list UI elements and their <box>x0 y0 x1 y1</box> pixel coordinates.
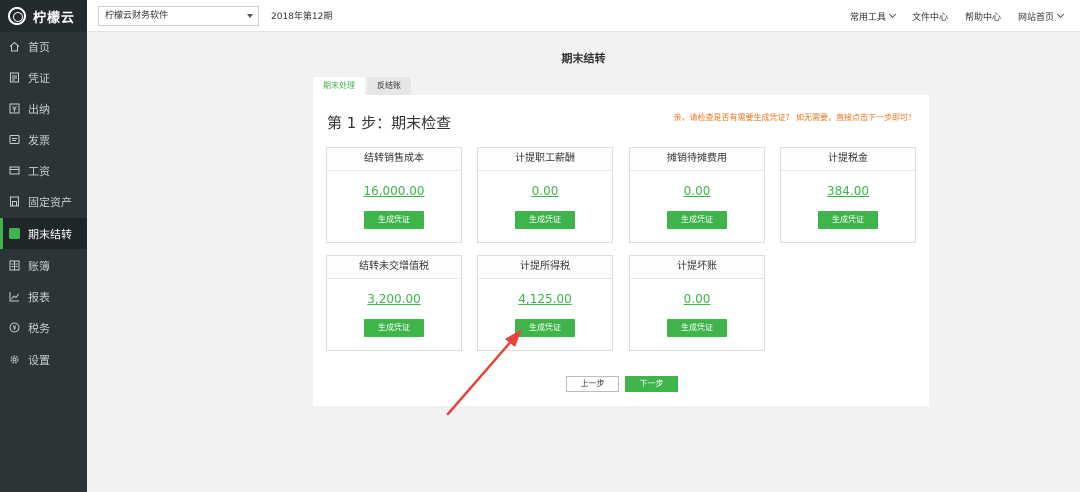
generate-voucher-button[interactable]: 生成凭证 <box>667 319 727 337</box>
sidebar-item-salary[interactable]: 工资 <box>0 155 87 186</box>
sidebar-item-settings[interactable]: 设置 <box>0 344 87 375</box>
card-title: 结转未交增值税 <box>327 256 461 279</box>
top-link-label: 文件中心 <box>911 12 948 23</box>
sidebar-item-label: 出纳 <box>28 102 50 116</box>
home-icon <box>9 41 20 52</box>
tax-icon <box>9 322 20 333</box>
sidebar-item-period-closing[interactable]: 期末结转 <box>0 218 87 249</box>
card-staff-salary: 计提职工薪酬 0.00 生成凭证 <box>477 147 613 243</box>
tab-period-processing[interactable]: 期末处理 <box>313 77 365 95</box>
card-amount[interactable]: 16,000.00 <box>327 184 461 198</box>
card-sales-cost: 结转销售成本 16,000.00 生成凭证 <box>326 147 462 243</box>
invoice-icon <box>9 134 20 145</box>
app-logo[interactable]: 柠檬云 <box>0 0 87 32</box>
card-amount[interactable]: 4,125.00 <box>478 292 612 306</box>
card-amount[interactable]: 0.00 <box>630 292 764 306</box>
sidebar-item-tax[interactable]: 税务 <box>0 312 87 343</box>
tab-reverse-closing[interactable]: 反结账 <box>367 77 411 95</box>
asset-icon <box>9 196 20 207</box>
sidebar-item-voucher[interactable]: 凭证 <box>0 62 87 93</box>
top-link-label: 常用工具 <box>849 12 886 23</box>
voucher-icon <box>9 72 20 83</box>
salary-icon <box>9 165 20 176</box>
next-step-button[interactable]: 下一步 <box>625 376 678 392</box>
card-accrued-tax: 计提税金 384.00 生成凭证 <box>780 147 916 243</box>
help-center-link[interactable]: 帮助中心 <box>965 10 1001 23</box>
ledger-icon <box>9 260 20 271</box>
generate-voucher-button[interactable]: 生成凭证 <box>515 319 575 337</box>
sidebar-item-label: 期末结转 <box>28 227 72 241</box>
company-select-value: 柠檬云财务软件 <box>105 11 169 21</box>
chevron-down-icon <box>888 10 896 19</box>
report-icon <box>9 291 20 302</box>
website-home-menu[interactable]: 网站首页 <box>1017 10 1065 23</box>
sidebar-item-label: 税务 <box>28 321 50 335</box>
card-prepaid-amortization: 摊销待摊费用 0.00 生成凭证 <box>629 147 765 243</box>
sidebar-item-cashier[interactable]: 出纳 <box>0 93 87 124</box>
sidebar-item-invoice[interactable]: 发票 <box>0 124 87 155</box>
sidebar-item-reports[interactable]: 报表 <box>0 281 87 312</box>
card-bad-debt: 计提坏账 0.00 生成凭证 <box>629 255 765 351</box>
card-title: 摊销待摊费用 <box>630 148 764 171</box>
sidebar-item-label: 账簿 <box>28 259 50 273</box>
sidebar-item-home[interactable]: 首页 <box>0 31 87 62</box>
closing-icon <box>9 228 20 239</box>
chevron-down-icon <box>1056 10 1065 19</box>
closing-panel: 第 1 步：期末检查 亲，请检查是否有需要生成凭证？ 如无需要，直接点击下一步即… <box>313 95 929 406</box>
sidebar-item-ledger[interactable]: 账簿 <box>0 250 87 281</box>
sidebar-item-label: 报表 <box>28 290 50 304</box>
hint-text: 亲，请检查是否有需要生成凭证？ 如无需要，直接点击下一步即可！ <box>673 113 916 122</box>
file-center-link[interactable]: 文件中心 <box>912 10 948 23</box>
sidebar-item-fixed-assets[interactable]: 固定资产 <box>0 186 87 217</box>
card-unpaid-vat: 结转未交增值税 3,200.00 生成凭证 <box>326 255 462 351</box>
accounting-period: 2018年第12期 <box>271 12 333 22</box>
top-link-label: 网站首页 <box>1017 12 1054 23</box>
sidebar-item-label: 设置 <box>28 353 50 367</box>
tab-bar: 期末处理 反结账 <box>313 77 413 95</box>
step-title: 第 1 步：期末检查 <box>327 114 452 132</box>
cashier-icon <box>9 103 20 114</box>
card-amount[interactable]: 0.00 <box>630 184 764 198</box>
card-title: 计提职工薪酬 <box>478 148 612 171</box>
card-amount[interactable]: 384.00 <box>781 184 915 198</box>
generate-voucher-button[interactable]: 生成凭证 <box>818 211 878 229</box>
card-title: 结转销售成本 <box>327 148 461 171</box>
generate-voucher-button[interactable]: 生成凭证 <box>667 211 727 229</box>
page-title: 期末结转 <box>561 52 606 65</box>
generate-voucher-button[interactable]: 生成凭证 <box>364 211 424 229</box>
caret-down-icon <box>247 14 253 18</box>
generate-voucher-button[interactable]: 生成凭证 <box>364 319 424 337</box>
sidebar-item-label: 首页 <box>28 40 50 54</box>
sidebar-item-label: 工资 <box>28 164 50 178</box>
settings-icon <box>9 354 20 365</box>
card-amount[interactable]: 0.00 <box>478 184 612 198</box>
sidebar: 柠檬云 首页 凭证 出纳 发票 工资 固定资产 期末结转 账簿 报表 税务 设置 <box>0 0 87 492</box>
card-income-tax: 计提所得税 4,125.00 生成凭证 <box>477 255 613 351</box>
card-amount[interactable]: 3,200.00 <box>327 292 461 306</box>
top-links: 常用工具 文件中心 帮助中心 网站首页 <box>850 0 1080 32</box>
card-title: 计提坏账 <box>630 256 764 279</box>
app-name: 柠檬云 <box>33 10 76 26</box>
company-select[interactable]: 柠檬云财务软件 <box>98 6 259 26</box>
sidebar-item-label: 发票 <box>28 133 50 147</box>
common-tools-menu[interactable]: 常用工具 <box>849 10 896 23</box>
top-link-label: 帮助中心 <box>964 12 1001 23</box>
previous-step-button[interactable]: 上一步 <box>566 376 619 392</box>
lemon-logo-icon <box>8 7 26 25</box>
card-title: 计提税金 <box>781 148 915 171</box>
sidebar-item-label: 凭证 <box>28 71 50 85</box>
card-title: 计提所得税 <box>478 256 612 279</box>
sidebar-item-label: 固定资产 <box>28 195 72 209</box>
generate-voucher-button[interactable]: 生成凭证 <box>515 211 575 229</box>
top-bar: 柠檬云财务软件 2018年第12期 常用工具 文件中心 帮助中心 网站首页 <box>87 0 1080 32</box>
